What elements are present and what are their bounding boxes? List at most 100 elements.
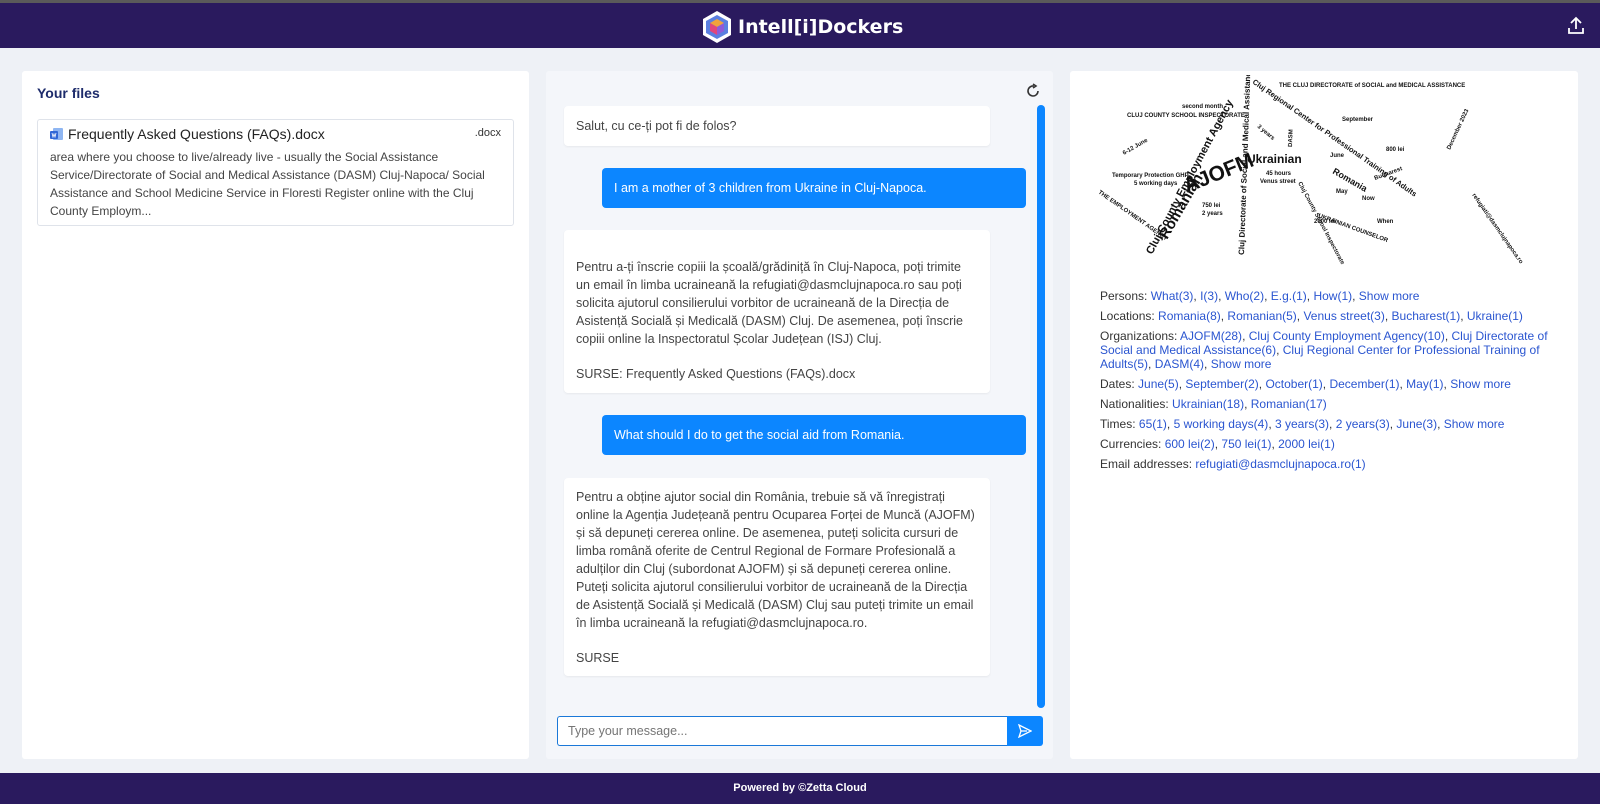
bot-message: Pentru a-ți înscrie copiii la școală/gră… xyxy=(564,230,990,393)
entity-row-times: Times: 65(1), 5 working days(4), 3 years… xyxy=(1100,417,1505,431)
entity-value[interactable]: Cluj County Employment Agency(10) xyxy=(1249,329,1445,343)
brand-name: Intell[i]Dockers xyxy=(738,16,904,38)
entity-value[interactable]: refugiati@dasmclujnapoca.ro(1) xyxy=(1195,457,1365,471)
entity-row-nationalities: Nationalities: Ukrainian(18), Romanian(1… xyxy=(1100,397,1327,411)
message-text: Pentru a-ți înscrie copiii la școală/gră… xyxy=(576,260,963,346)
wordcloud-word: 2 years xyxy=(1202,211,1223,217)
entity-list: Persons: What(3), I(3), Who(2), E.g.(1),… xyxy=(1100,289,1572,477)
wordcloud-word: THE CLUJ DIRECTORATE of SOCIAL and MEDIC… xyxy=(1279,83,1465,89)
entity-label: Dates: xyxy=(1100,377,1135,391)
document-icon xyxy=(50,128,63,140)
entity-value[interactable]: 600 lei(2) xyxy=(1165,437,1215,451)
chat-panel: Salut, cu ce-ți pot fi de folos? I am a … xyxy=(546,71,1053,759)
message-text: Pentru a obține ajutor social din Români… xyxy=(576,490,975,630)
entity-value[interactable]: 2 years(3) xyxy=(1336,417,1390,431)
wordcloud-word: 800 lei xyxy=(1386,147,1405,153)
wordcloud-word: When xyxy=(1377,219,1394,225)
entity-value[interactable]: December(1) xyxy=(1329,377,1399,391)
show-more-link[interactable]: Show more xyxy=(1444,417,1505,431)
entity-value[interactable]: DASM(4) xyxy=(1155,357,1204,371)
entity-value[interactable]: Ukraine(1) xyxy=(1467,309,1523,323)
send-button[interactable] xyxy=(1007,716,1043,746)
entity-label: Persons: xyxy=(1100,289,1148,303)
wordcloud-word: Now xyxy=(1362,196,1375,202)
message-sources: SURSE: Frequently Asked Questions (FAQs)… xyxy=(576,367,856,381)
message-input[interactable] xyxy=(557,716,1007,746)
message-sources: SURSE xyxy=(576,651,620,665)
wordcloud-word: Ukrainian xyxy=(1247,152,1302,166)
logo-icon xyxy=(703,11,731,43)
wordcloud-word: 6-12 June xyxy=(1122,137,1150,156)
entity-row-emails: Email addresses: refugiati@dasmclujnapoc… xyxy=(1100,457,1572,471)
entity-value[interactable]: Who(2) xyxy=(1225,289,1264,303)
file-card[interactable]: Frequently Asked Questions (FAQs).docx .… xyxy=(37,119,514,226)
send-icon xyxy=(1018,724,1032,738)
file-name: Frequently Asked Questions (FAQs).docx xyxy=(68,126,325,142)
wordcloud-word: June xyxy=(1330,153,1345,159)
entity-value[interactable]: AJOFM(28) xyxy=(1180,329,1242,343)
brand: Intell[i]Dockers xyxy=(700,9,903,45)
footer: Powered by ©Zetta Cloud xyxy=(0,773,1600,804)
user-message: I am a mother of 3 children from Ukraine… xyxy=(602,168,1026,208)
entity-value[interactable]: 2000 lei(1) xyxy=(1278,437,1335,451)
entity-value[interactable]: 65(1) xyxy=(1139,417,1167,431)
word-cloud: AJOFM Romanian Ukrainian Cluj County Emp… xyxy=(1097,75,1524,266)
entity-row-dates: Dates: June(5), September(2), October(1)… xyxy=(1100,377,1511,391)
files-panel: Your files Frequently Asked Questions (F… xyxy=(22,71,529,759)
entity-value[interactable]: October(1) xyxy=(1265,377,1322,391)
wordcloud-word: refugiati@dasmclujnapoca.ro xyxy=(1470,193,1523,266)
wordcloud-word: Temporary Protection GHP xyxy=(1112,173,1189,179)
wordcloud-word: 750 lei xyxy=(1202,203,1221,209)
entity-label: Locations: xyxy=(1100,309,1155,323)
entity-value[interactable]: September(2) xyxy=(1185,377,1258,391)
entity-row-currencies: Currencies: 600 lei(2), 750 lei(1), 2000… xyxy=(1100,437,1335,451)
entity-label: Organizations: xyxy=(1100,329,1178,343)
show-more-link[interactable]: Show more xyxy=(1359,289,1420,303)
wordcloud-word: second month xyxy=(1182,104,1223,110)
wordcloud-word: May xyxy=(1336,189,1348,195)
entity-label: Times: xyxy=(1100,417,1136,431)
entity-value[interactable]: May(1) xyxy=(1406,377,1443,391)
file-extension: .docx xyxy=(474,127,501,139)
refresh-icon[interactable] xyxy=(1025,83,1041,99)
wordcloud-word: December 2023 xyxy=(1446,108,1470,151)
entity-value[interactable]: Bucharest(1) xyxy=(1392,309,1461,323)
show-more-link[interactable]: Show more xyxy=(1450,377,1511,391)
file-snippet: area where you choose to live/already li… xyxy=(50,150,485,218)
entity-value[interactable]: What(3) xyxy=(1151,289,1194,303)
entity-row-persons: Persons: What(3), I(3), Who(2), E.g.(1),… xyxy=(1100,289,1420,303)
entity-value[interactable]: 5 working days(4) xyxy=(1174,417,1269,431)
show-more-link[interactable]: Show more xyxy=(1211,357,1272,371)
bot-message: Salut, cu ce-ți pot fi de folos? xyxy=(564,106,990,146)
entities-panel: AJOFM Romanian Ukrainian Cluj County Emp… xyxy=(1070,71,1578,759)
entity-value[interactable]: How(1) xyxy=(1313,289,1352,303)
wordcloud-word: CLUJ COUNTY SCHOOL INSPECTORATE xyxy=(1127,113,1245,119)
bot-message: Pentru a obține ajutor social din Români… xyxy=(564,478,990,676)
entity-label: Email addresses: xyxy=(1100,457,1193,471)
entity-label: Currencies: xyxy=(1100,437,1162,451)
entity-row-organizations: Organizations: AJOFM(28), Cluj County Em… xyxy=(1100,329,1548,371)
wordcloud-word: September xyxy=(1342,117,1374,123)
wordcloud-word: THE EMPLOYMENT AGENCY xyxy=(1097,190,1169,243)
entity-label: Nationalities: xyxy=(1100,397,1169,411)
entity-row-locations: Locations: Romania(8), Romanian(5), Venu… xyxy=(1100,309,1523,323)
wordcloud-word: DASM xyxy=(1288,129,1295,147)
entity-value[interactable]: June(3) xyxy=(1396,417,1437,431)
entity-value[interactable]: Venus street(3) xyxy=(1303,309,1384,323)
user-message: What should I do to get the social aid f… xyxy=(602,415,1026,455)
entity-value[interactable]: I(3) xyxy=(1200,289,1218,303)
entity-value[interactable]: Romanian(5) xyxy=(1227,309,1296,323)
wordcloud-word: 3 years xyxy=(1256,124,1276,142)
message-text: I am a mother of 3 children from Ukraine… xyxy=(614,181,927,195)
message-text: What should I do to get the social aid f… xyxy=(614,428,905,442)
entity-value[interactable]: 3 years(3) xyxy=(1275,417,1329,431)
entity-value[interactable]: June(5) xyxy=(1138,377,1179,391)
entity-value[interactable]: Romania(8) xyxy=(1158,309,1221,323)
entity-value[interactable]: E.g.(1) xyxy=(1271,289,1307,303)
entity-value[interactable]: Ukrainian(18) xyxy=(1172,397,1244,411)
entity-value[interactable]: Romanian(17) xyxy=(1251,397,1327,411)
entity-value[interactable]: 750 lei(1) xyxy=(1221,437,1271,451)
chat-scrollbar[interactable] xyxy=(1037,105,1045,708)
upload-icon[interactable] xyxy=(1566,16,1586,36)
wordcloud-word: 45 hours xyxy=(1266,171,1292,177)
